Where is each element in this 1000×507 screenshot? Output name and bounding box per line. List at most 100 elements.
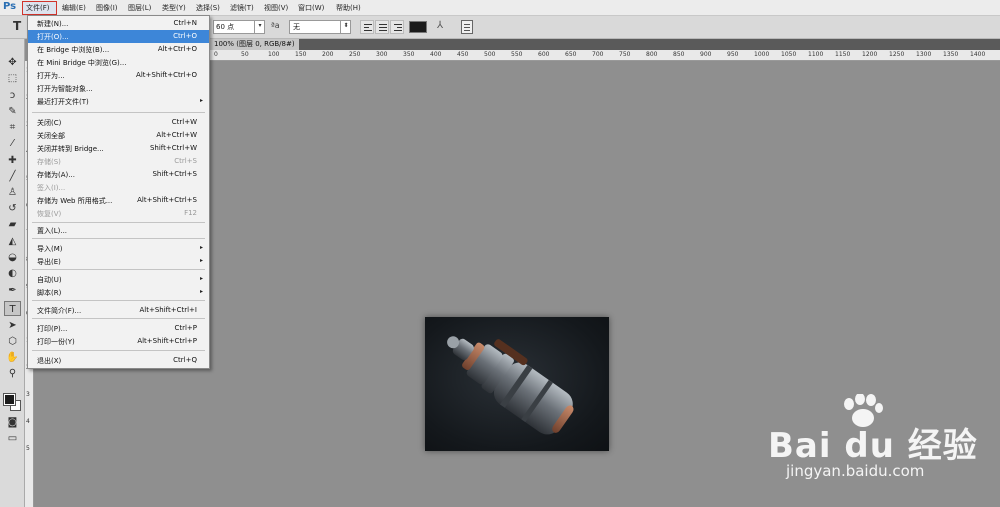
ruler-tick-label: 500 [484,51,496,58]
menu-type[interactable]: 类型(Y) [162,3,186,13]
chevron-down-icon[interactable]: ▾ [254,20,265,34]
document-tab[interactable]: 100% (图层 0, RGB/8#) [210,39,299,50]
menu-item-import[interactable]: 导入(M) ▸ [28,242,209,255]
menu-item-open-recent[interactable]: 最近打开文件(T) ▸ [28,95,209,108]
menu-divider [32,112,205,113]
crop-tool-icon[interactable]: ⌗ [4,120,21,135]
menu-file[interactable]: 文件(F) [26,3,50,13]
ruler-tick-label: 1050 [781,51,797,58]
toolbox: ✥ ⬚ ↄ ✎ ⌗ ⁄ ✚ ╱ ♙ ↺ ▰ ◭ ◒ ◐ ✒ T ➤ ⬡ ✋ ⚲ … [0,39,25,507]
menu-filter[interactable]: 滤镜(T) [230,3,254,13]
clone-stamp-icon[interactable]: ♙ [4,185,21,200]
menu-edit[interactable]: 编辑(E) [62,3,86,13]
menu-bar: Ps 文件(F) 编辑(E) 图像(I) 图层(L) 类型(Y) 选择(S) 滤… [0,0,1000,16]
type-tool-icon[interactable]: T [13,19,21,33]
history-brush-icon[interactable]: ↺ [4,201,21,216]
menu-help[interactable]: 帮助(H) [336,3,361,13]
align-center-button[interactable] [375,20,389,34]
dodge-tool-icon[interactable]: ◐ [4,266,21,281]
menu-item-close-go-bridge[interactable]: 关闭并转到 Bridge... Shift+Ctrl+W [28,142,209,155]
align-left-button[interactable] [360,20,374,34]
baidu-jingyan-watermark: Bai du 经验 jingyan.baidu.com [760,394,990,488]
ruler-tick-label: 550 [511,51,523,58]
menu-item-browse-bridge[interactable]: 在 Bridge 中浏览(B)... Alt+Ctrl+O [28,43,209,56]
lasso-tool-icon[interactable]: ↄ [4,88,21,103]
healing-brush-icon[interactable]: ✚ [4,153,21,168]
type-tool-active-icon[interactable]: T [4,301,21,316]
menu-item-print-one-copy[interactable]: 打印一份(Y) Alt+Shift+Ctrl+P [28,335,209,348]
blur-tool-icon[interactable]: ◒ [4,250,21,265]
menu-item-new[interactable]: 新建(N)... Ctrl+N [28,17,209,30]
menu-item-browse-mini-bridge[interactable]: 在 Mini Bridge 中浏览(G)... [28,56,209,69]
menu-item-check-in[interactable]: 签入(I)... [28,181,209,194]
move-tool-icon[interactable]: ✥ [4,55,21,70]
photoshop-logo: Ps [3,1,17,12]
submenu-arrow-icon: ▸ [199,244,203,251]
ruler-tick-label: 1100 [808,51,824,58]
menu-item-close[interactable]: 关闭(C) Ctrl+W [28,116,209,129]
warp-text-icon[interactable]: ⅄ [437,20,443,31]
ruler-tick-label: 4 [26,418,30,425]
brush-tool-icon[interactable]: ╱ [4,169,21,184]
menu-item-revert[interactable]: 恢复(V) F12 [28,207,209,220]
menu-item-open[interactable]: 打开(O)... Ctrl+O [28,30,209,43]
pen-tool-icon[interactable]: ✒ [4,283,21,298]
horizontal-ruler: 0 50 100 150 200 250 300 350 400 450 500 550 600 650 7… [210,50,1000,61]
ruler-tick-label: 1400 [970,51,986,58]
ruler-tick-label: 900 [700,51,712,58]
menu-item-exit[interactable]: 退出(X) Ctrl+Q [28,354,209,367]
ruler-tick-label: 1200 [862,51,878,58]
watermark-url: jingyan.baidu.com [786,462,925,480]
character-panel-icon[interactable] [461,20,473,34]
submenu-arrow-icon: ▸ [199,275,203,282]
ruler-tick-label: 800 [646,51,658,58]
ruler-tick-label: 1250 [889,51,905,58]
ruler-tick-label: 1150 [835,51,851,58]
eyedropper-tool-icon[interactable]: ⁄ [4,136,21,151]
path-select-icon[interactable]: ➤ [4,318,21,333]
menu-divider [32,238,205,239]
menu-divider [32,222,205,223]
ruler-tick-label: 700 [592,51,604,58]
paint-bucket-icon[interactable]: ◭ [4,234,21,249]
menu-item-file-info[interactable]: 文件简介(F)... Alt+Shift+Ctrl+I [28,304,209,317]
menu-item-close-all[interactable]: 关闭全部 Alt+Ctrl+W [28,129,209,142]
chevron-down-icon[interactable]: ⬍ [340,20,351,34]
menu-item-print[interactable]: 打印(P)... Ctrl+P [28,322,209,335]
quick-select-tool-icon[interactable]: ✎ [4,104,21,119]
menu-item-save-for-web[interactable]: 存储为 Web 所用格式... Alt+Shift+Ctrl+S [28,194,209,207]
ruler-tick-label: 450 [457,51,469,58]
ruler-tick-label: 200 [322,51,334,58]
menu-window[interactable]: 窗口(W) [298,3,324,13]
submenu-arrow-icon: ▸ [199,97,203,104]
ruler-tick-label: 750 [619,51,631,58]
screen-mode-icon[interactable]: ▭ [4,431,21,446]
hand-tool-icon[interactable]: ✋ [4,350,21,365]
menu-item-scripts[interactable]: 脚本(R) ▸ [28,286,209,299]
menu-item-export[interactable]: 导出(E) ▸ [28,255,209,268]
menu-item-save-as[interactable]: 存储为(A)... Shift+Ctrl+S [28,168,209,181]
shape-tool-icon[interactable]: ⬡ [4,334,21,349]
ruler-tick-label: 100 [268,51,280,58]
menu-item-open-as[interactable]: 打开为... Alt+Shift+Ctrl+O [28,69,209,82]
menu-image[interactable]: 图像(I) [96,3,118,13]
eraser-tool-icon[interactable]: ▰ [4,217,21,232]
quick-mask-icon[interactable]: ◙ [4,415,21,430]
marquee-tool-icon[interactable]: ⬚ [4,71,21,86]
foreground-color-swatch[interactable] [3,393,16,406]
ruler-tick-label: 350 [403,51,415,58]
menu-view[interactable]: 视图(V) [264,3,288,13]
canvas-image [425,317,609,451]
menu-item-save[interactable]: 存储(S) Ctrl+S [28,155,209,168]
menu-item-place[interactable]: 置入(L)... [28,224,209,237]
document-tab-strip: 100% (图层 0, RGB/8#) [210,39,1000,50]
menu-item-automate[interactable]: 自动(U) ▸ [28,273,209,286]
menu-layer[interactable]: 图层(L) [128,3,151,13]
align-right-button[interactable] [390,20,404,34]
submenu-arrow-icon: ▸ [199,288,203,295]
anti-alias-icon: ªa [271,21,280,30]
text-color-swatch[interactable] [409,21,427,33]
menu-item-open-smart-object[interactable]: 打开为智能对象... [28,82,209,95]
menu-select[interactable]: 选择(S) [196,3,220,13]
zoom-tool-icon[interactable]: ⚲ [4,366,21,381]
